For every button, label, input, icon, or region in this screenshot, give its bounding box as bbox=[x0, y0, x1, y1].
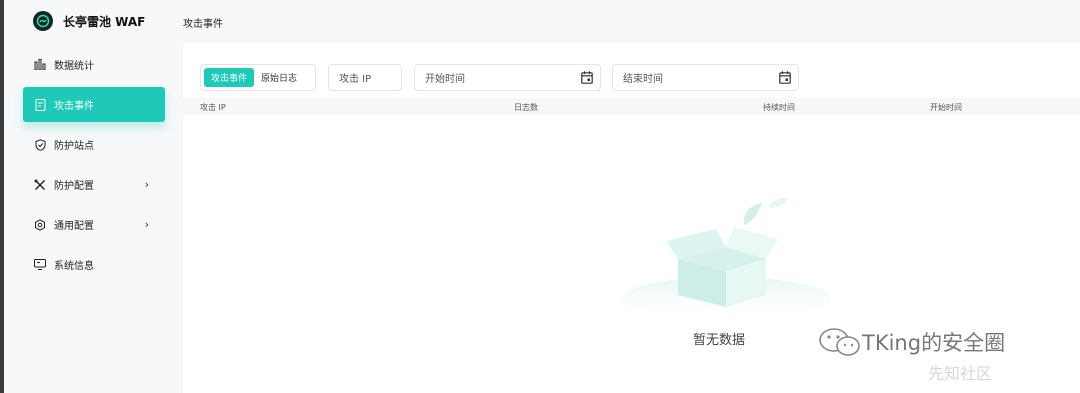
sidebar-item-protected-sites[interactable]: 防护站点 bbox=[23, 127, 165, 162]
end-time-placeholder: 结束时间 bbox=[623, 74, 663, 85]
empty-box-illustration bbox=[621, 198, 831, 321]
column-header-start-time[interactable]: 开始时间 bbox=[930, 102, 962, 113]
chevron-right-icon: › bbox=[144, 218, 149, 231]
start-time-placeholder: 开始时间 bbox=[425, 74, 465, 85]
sidebar-item-attack-events[interactable]: 攻击事件 bbox=[23, 87, 165, 122]
sidebar-item-label: 数据统计 bbox=[54, 61, 94, 72]
attack-ip-input[interactable]: 攻击 IP bbox=[328, 64, 402, 91]
empty-state-text: 暂无数据 bbox=[693, 333, 746, 348]
watermark-text: TKing的安全圈 bbox=[862, 331, 1006, 355]
wechat-icon bbox=[819, 328, 860, 356]
column-header-duration[interactable]: 持续时间 bbox=[763, 102, 795, 113]
tab-raw-logs[interactable]: 原始日志 bbox=[254, 68, 304, 87]
site-watermark: 先知社区 bbox=[928, 364, 993, 383]
attack-ip-placeholder: 攻击 IP bbox=[339, 74, 372, 85]
sidebar-item-statistics[interactable]: 数据统计 bbox=[23, 47, 165, 82]
bar-chart-icon bbox=[34, 59, 46, 71]
sidebar-item-system-info[interactable]: 系统信息 bbox=[23, 247, 165, 282]
start-time-input[interactable]: 开始时间 bbox=[414, 64, 601, 91]
sidebar-item-label: 防护配置 bbox=[54, 181, 94, 192]
tab-attack-events[interactable]: 攻击事件 bbox=[204, 68, 255, 87]
app-logo[interactable]: 长亭雷池 WAF bbox=[33, 11, 145, 31]
logo-icon bbox=[33, 11, 53, 31]
sidebar-item-label: 防护站点 bbox=[54, 141, 94, 152]
watermark: TKing的安全圈 bbox=[818, 326, 1005, 358]
document-icon bbox=[34, 98, 46, 111]
sidebar-item-label: 通用配置 bbox=[54, 221, 94, 232]
calendar-icon[interactable] bbox=[581, 71, 593, 84]
chevron-right-icon: › bbox=[144, 178, 149, 191]
sidebar: 长亭雷池 WAF 数据统计 攻击事件 防护站点 防护配置 › 通用配置 › 系统… bbox=[4, 0, 182, 393]
sidebar-item-label: 攻击事件 bbox=[54, 101, 94, 112]
monitor-icon bbox=[34, 259, 46, 271]
calendar-icon[interactable] bbox=[779, 71, 791, 84]
column-header-attack-ip[interactable]: 攻击 IP bbox=[200, 102, 226, 113]
sidebar-item-general-config[interactable]: 通用配置 › bbox=[23, 207, 165, 242]
table-header: 攻击 IP 日志数 持续时间 开始时间 bbox=[183, 98, 1080, 115]
shield-icon bbox=[34, 138, 46, 151]
end-time-input[interactable]: 结束时间 bbox=[612, 64, 799, 91]
tools-icon bbox=[34, 179, 46, 191]
page-title: 攻击事件 bbox=[183, 19, 223, 30]
app-title: 长亭雷池 WAF bbox=[63, 14, 146, 29]
sidebar-item-label: 系统信息 bbox=[54, 261, 94, 272]
column-header-log-count[interactable]: 日志数 bbox=[514, 102, 538, 113]
gear-icon bbox=[34, 218, 46, 231]
view-switch: 攻击事件 原始日志 bbox=[200, 64, 316, 91]
sidebar-item-protection-config[interactable]: 防护配置 › bbox=[23, 167, 165, 202]
